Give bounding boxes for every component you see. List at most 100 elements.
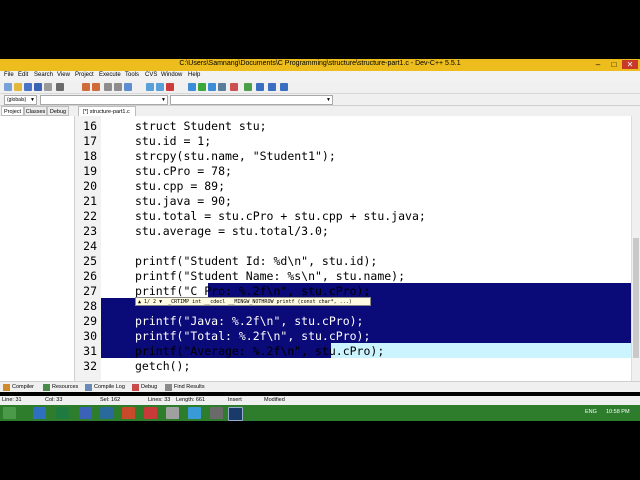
code-line: printf("Total: %.2f\n", stu.cPro); bbox=[135, 329, 371, 343]
options-icon[interactable] bbox=[256, 83, 264, 91]
menu-search[interactable]: Search bbox=[34, 72, 53, 78]
print-icon[interactable] bbox=[56, 83, 64, 91]
chrome-icon[interactable] bbox=[144, 407, 157, 419]
rebuild-icon[interactable] bbox=[218, 83, 226, 91]
new-file-icon[interactable] bbox=[4, 83, 12, 91]
check-syntax-icon[interactable] bbox=[244, 83, 252, 91]
menu-window[interactable]: Window bbox=[161, 72, 182, 78]
line-number: 27 bbox=[83, 284, 97, 298]
menu-help[interactable]: Help bbox=[188, 72, 200, 78]
debug-icon bbox=[132, 384, 139, 391]
resources-icon bbox=[43, 384, 50, 391]
toolbar bbox=[0, 81, 640, 94]
function-hint-tooltip: ▲ 1/ 2 ▼ _CRTIMP int __cdecl __MINGW_NOT… bbox=[135, 297, 371, 306]
line-number: 30 bbox=[83, 329, 97, 343]
clock[interactable]: 10:58 PM bbox=[606, 409, 630, 415]
menu-cvs[interactable]: CVS bbox=[145, 72, 157, 78]
outlook-icon[interactable] bbox=[100, 407, 113, 419]
tab-classes[interactable]: Classes bbox=[24, 106, 47, 116]
status-modified: Modified bbox=[264, 397, 285, 403]
line-number: 20 bbox=[83, 179, 97, 193]
menu-execute[interactable]: Execute bbox=[99, 72, 121, 78]
save-icon[interactable] bbox=[24, 83, 32, 91]
start-icon[interactable] bbox=[3, 407, 16, 419]
close-button[interactable]: ✕ bbox=[622, 60, 638, 69]
status-line: Line: 31 bbox=[2, 397, 22, 403]
find-icon[interactable] bbox=[104, 83, 112, 91]
chevron-down-icon: ▼ bbox=[30, 97, 35, 103]
menu-file[interactable]: File bbox=[4, 72, 14, 78]
line-number: 28 bbox=[83, 299, 97, 313]
code-line: printf("Student Name: %s\n", stu.name); bbox=[135, 269, 406, 283]
undo-icon[interactable] bbox=[82, 83, 90, 91]
tab-compiler[interactable]: Compiler bbox=[2, 383, 40, 392]
app-icon[interactable] bbox=[166, 407, 179, 419]
word-icon[interactable] bbox=[79, 407, 92, 419]
menu-tools[interactable]: Tools bbox=[125, 72, 139, 78]
app-icon[interactable] bbox=[188, 407, 201, 419]
excel-icon[interactable] bbox=[56, 407, 69, 419]
editor-tabs: [*] structure-part1.c bbox=[75, 106, 640, 116]
line-number: 17 bbox=[83, 134, 97, 148]
line-number-gutter: 16 17 18 19 20 21 22 23 24 25 26 27 28 2… bbox=[75, 116, 101, 381]
tab-debug-output-label: Debug bbox=[141, 384, 158, 390]
explorer-icon[interactable] bbox=[33, 407, 46, 419]
code-editor[interactable]: struct Student stu; stu.id = 1; strcpy(s… bbox=[101, 116, 631, 381]
powerpoint-icon[interactable] bbox=[122, 407, 135, 419]
tab-debug[interactable]: Debug bbox=[47, 106, 69, 116]
globals-combo[interactable]: (globals) ▼ bbox=[4, 95, 37, 105]
menu-view[interactable]: View bbox=[57, 72, 70, 78]
replace-icon[interactable] bbox=[114, 83, 122, 91]
tab-compile-log-label: Compile Log bbox=[94, 384, 125, 390]
class-toolbar: (globals) ▼ ▼ ▼ bbox=[0, 94, 640, 106]
maximize-button[interactable]: □ bbox=[606, 60, 622, 69]
class-combo[interactable]: ▼ bbox=[40, 95, 168, 105]
chart-icon[interactable] bbox=[280, 83, 288, 91]
tab-project[interactable]: Project bbox=[1, 106, 24, 116]
profile-icon[interactable] bbox=[268, 83, 276, 91]
line-number: 31 bbox=[83, 344, 97, 358]
status-insert: Insert bbox=[228, 397, 242, 403]
tab-resources[interactable]: Resources bbox=[42, 383, 80, 392]
line-number: 18 bbox=[83, 149, 97, 163]
project-panel[interactable] bbox=[0, 116, 75, 381]
close-file-icon[interactable] bbox=[44, 83, 52, 91]
line-number: 16 bbox=[83, 119, 97, 133]
debug-icon[interactable] bbox=[230, 83, 238, 91]
scrollbar-thumb[interactable] bbox=[633, 238, 639, 358]
line-number: 22 bbox=[83, 209, 97, 223]
language-indicator[interactable]: ENG bbox=[585, 409, 597, 415]
function-combo[interactable]: ▼ bbox=[170, 95, 333, 105]
compile-log-icon bbox=[85, 384, 92, 391]
minimize-button[interactable]: – bbox=[590, 60, 606, 69]
vertical-scrollbar[interactable] bbox=[631, 116, 640, 381]
code-line: stu.id = 1; bbox=[135, 134, 212, 148]
goto-icon[interactable] bbox=[124, 83, 132, 91]
remove-file-icon[interactable] bbox=[166, 83, 174, 91]
code-line: getch(); bbox=[135, 359, 191, 373]
tab-find-results[interactable]: Find Results bbox=[164, 383, 208, 392]
add-file-icon[interactable] bbox=[156, 83, 164, 91]
compile-icon[interactable] bbox=[188, 83, 196, 91]
compiler-icon bbox=[3, 384, 10, 391]
line-number: 32 bbox=[83, 359, 97, 373]
code-line: stu.total = stu.cPro + stu.cpp + stu.jav… bbox=[135, 209, 426, 223]
tab-debug-output[interactable]: Debug bbox=[131, 383, 161, 392]
new-project-icon[interactable] bbox=[146, 83, 154, 91]
save-all-icon[interactable] bbox=[34, 83, 42, 91]
open-file-icon[interactable] bbox=[14, 83, 22, 91]
tab-compile-log[interactable]: Compile Log bbox=[84, 383, 128, 392]
redo-icon[interactable] bbox=[92, 83, 100, 91]
menu-project[interactable]: Project bbox=[75, 72, 94, 78]
tab-structure-part1[interactable]: [*] structure-part1.c bbox=[78, 106, 136, 116]
code-line: printf("Average: %.2f\n", stu.cPro); bbox=[135, 344, 385, 358]
chevron-down-icon: ▼ bbox=[326, 97, 331, 103]
line-number: 25 bbox=[83, 254, 97, 268]
status-sel: Sel: 162 bbox=[100, 397, 121, 403]
code-line: stu.average = stu.total/3.0; bbox=[135, 224, 329, 238]
devcpp-task-icon[interactable] bbox=[228, 407, 243, 421]
run-icon[interactable] bbox=[198, 83, 206, 91]
compile-run-icon[interactable] bbox=[208, 83, 216, 91]
menu-edit[interactable]: Edit bbox=[18, 72, 28, 78]
app-icon[interactable] bbox=[210, 407, 223, 419]
